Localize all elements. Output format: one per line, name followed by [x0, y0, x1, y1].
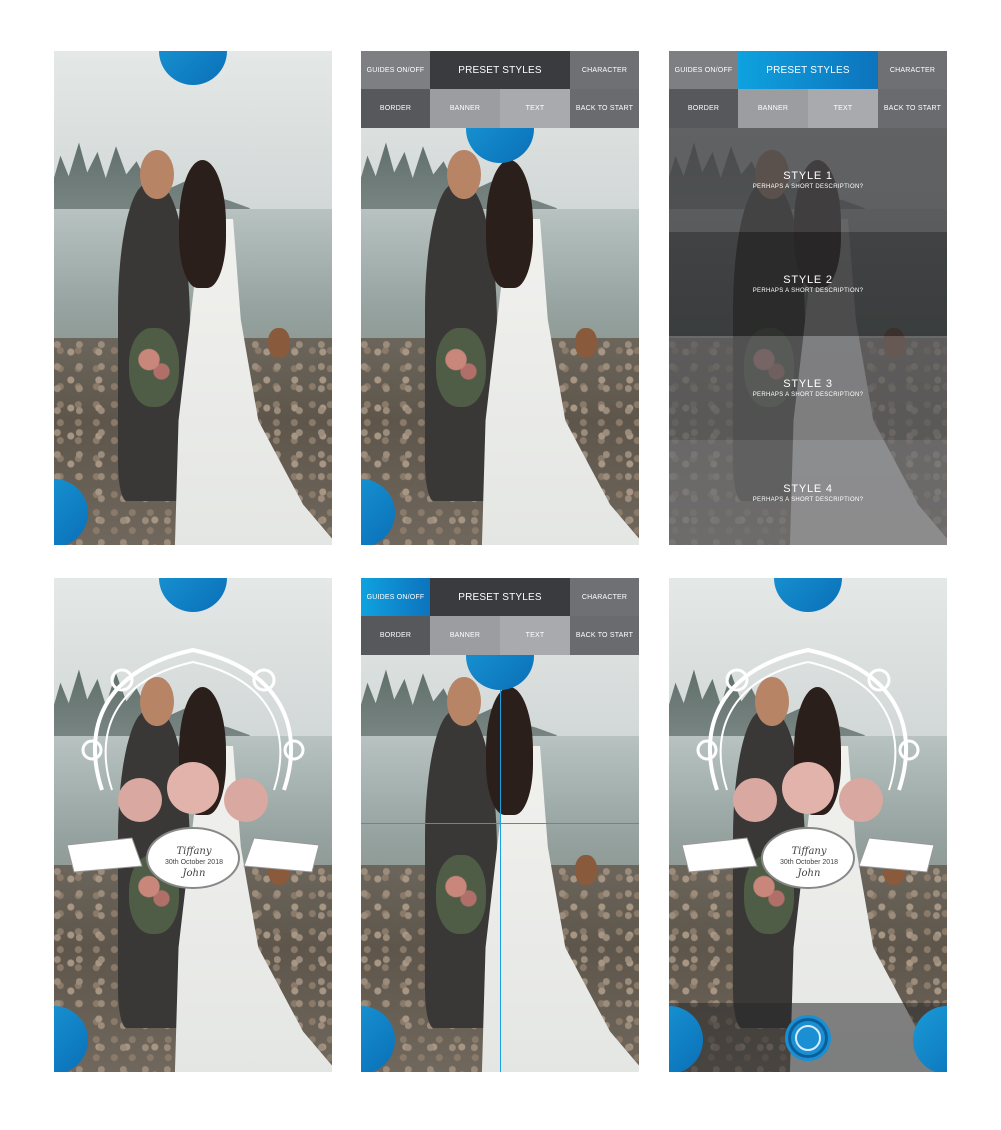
name-1: Tiffany: [176, 845, 212, 857]
text-button[interactable]: TEXT: [500, 616, 570, 655]
banner-button[interactable]: BANNER: [738, 89, 808, 128]
text-button[interactable]: TEXT: [500, 89, 570, 128]
guides-toggle-button[interactable]: GUIDES ON/OFF: [669, 51, 738, 89]
wedding-date: 30th October 2018: [165, 858, 223, 866]
vertical-guide-line: [500, 655, 501, 1072]
back-to-start-button[interactable]: BACK TO START: [878, 89, 947, 128]
character-button[interactable]: CHARACTER: [570, 578, 639, 616]
preset-styles-button[interactable]: PRESET STYLES: [430, 51, 570, 89]
screen-menu: GUIDES ON/OFF PRESET STYLES CHARACTER BO…: [361, 51, 639, 545]
border-button[interactable]: BORDER: [361, 616, 430, 655]
preset-styles-button[interactable]: PRESET STYLES: [430, 578, 570, 616]
top-menu: GUIDES ON/OFF PRESET STYLES CHARACTER BO…: [669, 51, 947, 128]
screen-photo-plain: [54, 51, 332, 545]
style-option-3[interactable]: STYLE 3 PERHAPS A SHORT DESCRIPTION?: [669, 336, 947, 440]
banner-button[interactable]: BANNER: [430, 89, 500, 128]
screen-preset-styles: GUIDES ON/OFF PRESET STYLES CHARACTER BO…: [669, 51, 947, 545]
name-date-label: Tiffany 30th October 2018 John: [765, 834, 853, 890]
style-title: STYLE 2: [783, 274, 833, 286]
text-button[interactable]: TEXT: [808, 89, 878, 128]
style-option-2[interactable]: STYLE 2 PERHAPS A SHORT DESCRIPTION?: [669, 232, 947, 336]
shutter-icon[interactable]: [788, 1018, 828, 1058]
back-to-start-button[interactable]: BACK TO START: [570, 616, 639, 655]
border-button[interactable]: BORDER: [669, 89, 738, 128]
border-button[interactable]: BORDER: [361, 89, 430, 128]
back-to-start-button[interactable]: BACK TO START: [570, 89, 639, 128]
style-desc: PERHAPS A SHORT DESCRIPTION?: [752, 392, 864, 398]
name-2: John: [797, 867, 821, 879]
screen-frame-applied: Tiffany 30th October 2018 John: [54, 578, 332, 1072]
character-button[interactable]: CHARACTER: [570, 51, 639, 89]
wedding-photo: [54, 51, 332, 545]
style-title: STYLE 1: [783, 170, 833, 182]
top-menu: GUIDES ON/OFF PRESET STYLES CHARACTER BO…: [361, 578, 639, 655]
name-2: John: [182, 867, 206, 879]
name-1: Tiffany: [791, 845, 827, 857]
style-desc: PERHAPS A SHORT DESCRIPTION?: [752, 496, 864, 503]
screen-capture: Tiffany 30th October 2018 John: [669, 578, 947, 1072]
style-option-1[interactable]: STYLE 1 PERHAPS A SHORT DESCRIPTION?: [669, 128, 947, 232]
style-title: STYLE 3: [783, 378, 833, 390]
screen-guides: GUIDES ON/OFF PRESET STYLES CHARACTER BO…: [361, 578, 639, 1072]
style-desc: PERHAPS A SHORT DESCRIPTION?: [752, 288, 864, 294]
character-button[interactable]: CHARACTER: [878, 51, 947, 89]
guides-toggle-button[interactable]: GUIDES ON/OFF: [361, 51, 430, 89]
wedding-date: 30th October 2018: [780, 858, 838, 866]
horizontal-guide-line: [361, 823, 639, 824]
style-desc: PERHAPS A SHORT DESCRIPTION?: [752, 184, 864, 190]
preset-styles-button[interactable]: PRESET STYLES: [738, 51, 878, 89]
guides-toggle-button[interactable]: GUIDES ON/OFF: [361, 578, 430, 616]
banner-button[interactable]: BANNER: [430, 616, 500, 655]
style-title: STYLE 4: [783, 482, 833, 495]
style-list: STYLE 1 PERHAPS A SHORT DESCRIPTION? STY…: [669, 128, 947, 545]
style-option-4[interactable]: STYLE 4 PERHAPS A SHORT DESCRIPTION?: [669, 440, 947, 545]
name-date-label: Tiffany 30th October 2018 John: [150, 834, 238, 890]
top-menu: GUIDES ON/OFF PRESET STYLES CHARACTER BO…: [361, 51, 639, 128]
